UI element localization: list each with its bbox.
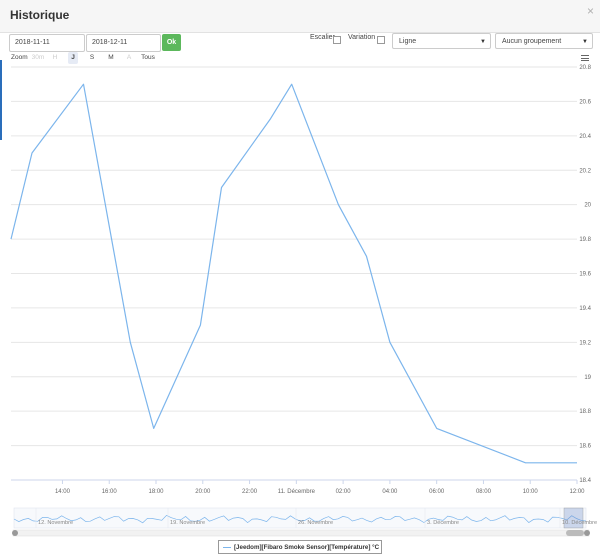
navigator: 12. Novembre 19. Novembre 26. Novembre 3. D… [12,507,597,537]
window-title-bar: Historique × [0,0,600,33]
escalier-checkbox[interactable] [333,36,341,44]
legend-line-swatch [223,546,231,548]
left-edge-accent [0,60,2,140]
y-tick-label: 19.2 [579,340,591,346]
grouping-value: Aucun groupement [502,38,562,45]
x-tick-label: 16:00 [102,489,118,495]
close-icon[interactable]: × [587,4,594,18]
x-tick-label: 06:00 [429,489,445,495]
series-line [10,83,577,464]
scrollbar-right-handle [584,530,590,536]
zoom-month-button[interactable]: M [106,52,116,64]
variation-checkbox[interactable] [377,36,385,44]
caret-down-icon: ▼ [480,39,486,45]
y-axis: 18.4 18.6 18.8 19 19.2 19.4 19.6 19.8 20 20.2 20.4… [579,65,591,484]
variation-label: Variation [348,34,376,41]
x-tick-label: 02:00 [336,489,352,495]
start-date-input[interactable]: 2018-11-11 [9,34,85,52]
grouping-select[interactable]: Aucun groupement ▼ [495,33,593,49]
x-tick-label: 11. Décembre [278,489,316,495]
y-tick-label: 19.8 [579,237,591,243]
navigator-series [13,514,587,524]
x-tick-label: 20:00 [195,489,211,495]
scrollbar-track [12,529,590,537]
navigator-tick-label: 10. Décembre [562,520,597,526]
x-tick-label: 04:00 [382,489,398,495]
x-tick-label: 18:00 [149,489,165,495]
zoom-hour-button[interactable]: H [50,52,60,64]
x-tick-label: 14:00 [55,489,71,495]
scrollbar-left-handle [12,530,18,536]
caret-down-icon: ▼ [582,39,588,45]
x-tick-label: 10:00 [523,489,539,495]
y-tick-label: 20 [584,203,591,209]
y-tick-label: 19.6 [579,272,591,278]
zoom-all-button[interactable]: Tous [140,52,156,64]
escalier-label: Escalier [310,34,335,41]
zoom-week-button[interactable]: S [87,52,97,64]
scrollbar-thumb [566,530,584,536]
chart-menu-icon[interactable] [581,55,589,62]
chart-grid [11,66,577,481]
zoom-year-button[interactable]: A [124,52,134,64]
y-tick-label: 20.6 [579,99,591,105]
end-date-input[interactable]: 2018-12-11 [86,34,161,52]
x-tick-label: 22:00 [242,489,258,495]
y-tick-label: 20.4 [579,134,591,140]
y-tick-label: 20.2 [579,168,591,174]
y-tick-label: 18.8 [579,409,591,415]
chart-series [10,83,577,464]
y-tick-label: 18.4 [579,478,591,484]
y-tick-label: 19 [584,375,591,381]
navigator-tick-label: 19. Novembre [170,520,205,526]
x-tick-label: 08:00 [476,489,492,495]
ok-button[interactable]: Ok [162,34,181,51]
window-title: Historique [10,8,70,22]
chart-type-select[interactable]: Ligne ▼ [392,33,491,49]
x-axis: 14:00 16:00 18:00 20:00 22:00 11. Décembre 02:… [11,479,585,495]
zoom-30m-button[interactable]: 30m [31,52,45,64]
navigator-tick-label: 3. Décembre [427,520,459,526]
navigator-tick-label: 12. Novembre [38,520,73,526]
navigator-background [13,507,587,529]
y-tick-label: 18.6 [579,444,591,450]
x-tick-label: 12:00 [569,489,585,495]
legend-item[interactable]: [Jeedom][Fibaro Smoke Sensor][Températur… [218,540,382,554]
chart-type-value: Ligne [399,38,417,45]
zoom-label: Zoom [11,54,28,61]
legend-label: [Jeedom][Fibaro Smoke Sensor][Températur… [234,544,380,551]
y-tick-label: 20.8 [579,65,591,71]
chart-svg: 18.4 18.6 18.8 19 19.2 19.4 19.6 19.8 20 20.2 20.4… [10,65,597,537]
zoom-day-button[interactable]: J [68,52,78,64]
navigator-mask-selected [563,507,584,529]
y-tick-label: 19.4 [579,306,591,312]
navigator-tick-label: 26. Novembre [298,520,333,526]
